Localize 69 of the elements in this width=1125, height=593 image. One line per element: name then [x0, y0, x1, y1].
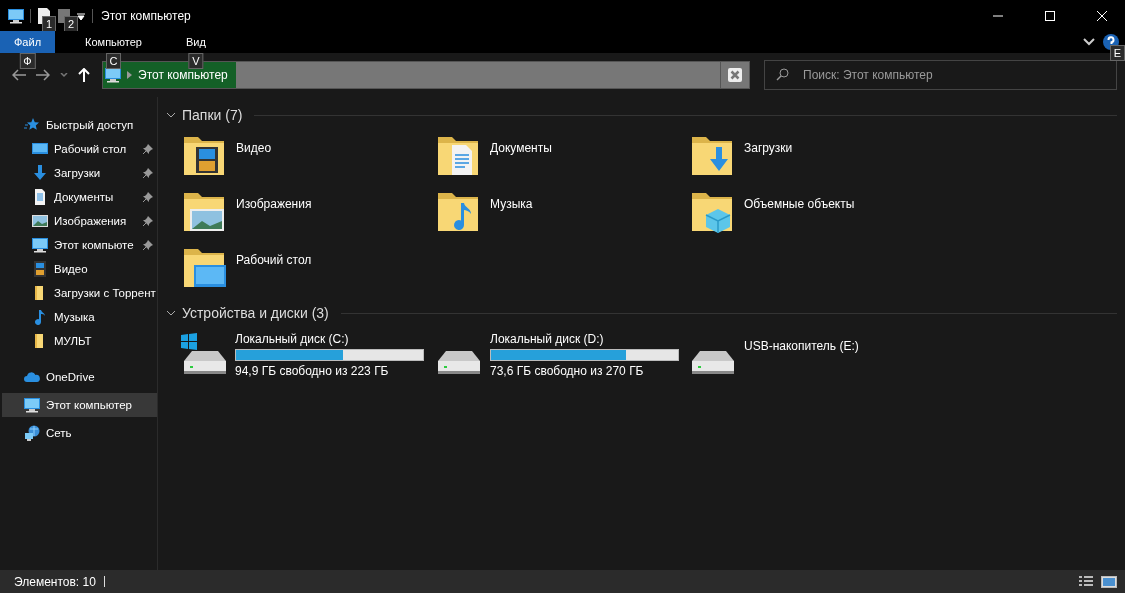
document-icon: [32, 189, 48, 205]
recent-dropdown-icon[interactable]: [60, 72, 68, 78]
search-icon: [776, 68, 789, 81]
collapse-icon[interactable]: [166, 112, 176, 118]
drive-icon: [691, 350, 735, 375]
free-space: 94,9 ГБ свободно из 223 ГБ: [235, 364, 390, 378]
large-icons-view-icon[interactable]: [1101, 575, 1117, 588]
sidebar-item[interactable]: Изображения: [0, 209, 157, 233]
ribbon-tab[interactable]: Вид: [172, 31, 220, 53]
collapse-icon[interactable]: [166, 310, 176, 316]
network-icon: [24, 425, 40, 441]
folder-name[interactable]: Документы: [490, 141, 552, 155]
music-icon: [32, 309, 48, 325]
maximize-icon[interactable]: [1045, 10, 1055, 21]
computer-icon: [105, 67, 121, 83]
drive-name[interactable]: Локальный диск (D:): [490, 332, 679, 346]
sidebar-item[interactable]: Рабочий стол: [0, 137, 157, 161]
download-icon: [32, 165, 48, 181]
details-view-icon[interactable]: [1079, 575, 1093, 588]
ribbon-tab[interactable]: Компьютер: [71, 31, 156, 53]
keytip: 1: [42, 16, 57, 32]
star-icon: [24, 117, 40, 133]
computer-icon: [8, 7, 24, 24]
sidebar-item[interactable]: Музыка: [0, 305, 157, 329]
sidebar-item[interactable]: Загрузки: [0, 161, 157, 185]
status-text: Элементов: 10: [14, 574, 96, 589]
folder-name[interactable]: Изображения: [236, 197, 312, 211]
sidebar-item[interactable]: Этот компьютер: [2, 393, 157, 417]
free-space: 73,6 ГБ свободно из 270 ГБ: [490, 364, 645, 378]
expand-ribbon-icon[interactable]: [1083, 38, 1095, 46]
desktop-icon: [32, 141, 48, 157]
keytip: Ф: [19, 53, 36, 69]
back-icon[interactable]: [12, 69, 26, 81]
sidebar-item[interactable]: Этот компьюте: [0, 233, 157, 257]
sidebar-item[interactable]: Документы: [0, 185, 157, 209]
forward-icon[interactable]: [36, 69, 50, 81]
computer-icon: [32, 237, 48, 253]
folder-name[interactable]: Музыка: [490, 197, 533, 211]
folder-name[interactable]: Загрузки: [744, 141, 793, 155]
section-heading: Устройства и диски (3): [182, 305, 329, 321]
sidebar-item[interactable]: Загрузки с Торрент: [0, 281, 157, 305]
section-heading: Папки (7): [182, 107, 243, 123]
search-field[interactable]: Поиск: Этот компьютер: [764, 60, 1117, 90]
video-icon: [32, 261, 48, 277]
clear-icon[interactable]: [728, 68, 742, 82]
keytip: 2: [64, 16, 79, 32]
sidebar-item[interactable]: OneDrive: [0, 365, 157, 389]
sidebar-item[interactable]: МУЛЬТ: [0, 329, 157, 353]
system-drive-icon: [180, 333, 227, 375]
up-icon[interactable]: [78, 68, 90, 82]
folder-name[interactable]: Рабочий стол: [236, 253, 312, 267]
drive-icon: [437, 350, 481, 375]
sidebar-item[interactable]: Быстрый доступ: [0, 113, 157, 137]
address-path: Этот компьютер: [138, 68, 228, 82]
cloud-icon: [24, 369, 40, 385]
drive-name[interactable]: Локальный диск (C:): [235, 332, 424, 346]
window-title: Этот компьютер: [101, 8, 191, 23]
ribbon-tab[interactable]: Файл: [0, 31, 56, 53]
sidebar-item[interactable]: Видео: [0, 257, 157, 281]
drive-name[interactable]: USB-накопитель (E:): [744, 339, 859, 353]
sidebar-item[interactable]: Сеть: [0, 421, 157, 445]
close-icon[interactable]: [1097, 10, 1107, 21]
chevron-icon: [127, 71, 132, 79]
keytip: V: [188, 53, 204, 69]
customize-toolbar-icon[interactable]: [77, 10, 86, 21]
image-icon: [32, 213, 48, 229]
computer-icon: [24, 397, 40, 413]
folder-name[interactable]: Видео: [236, 141, 272, 155]
folder-name[interactable]: Объемные объекты: [744, 197, 855, 211]
